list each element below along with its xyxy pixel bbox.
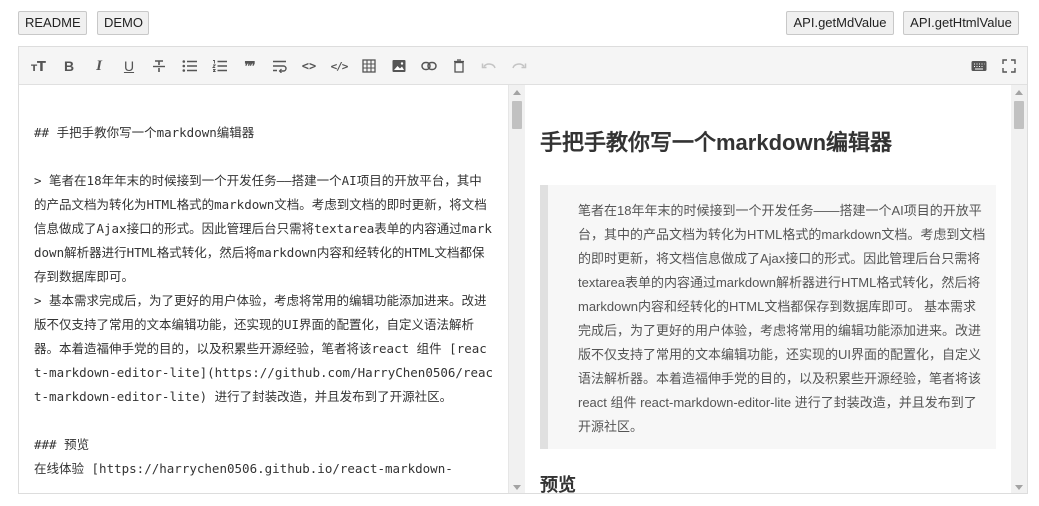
strikethrough-icon[interactable] <box>150 57 168 75</box>
quote-icon[interactable]: ❞❞ <box>240 57 258 75</box>
redo-icon[interactable] <box>510 57 528 75</box>
scrollbar-thumb[interactable] <box>512 101 522 129</box>
bold-icon[interactable]: B <box>60 57 78 75</box>
svg-text:T: T <box>37 60 46 73</box>
preview-subtitle: 预览 <box>540 475 576 494</box>
image-icon[interactable] <box>390 57 408 75</box>
keyboard-icon[interactable] <box>970 57 988 75</box>
scroll-up-arrow-icon[interactable] <box>1015 90 1023 95</box>
markdown-input-pane[interactable]: ## 手把手教你写一个markdown编辑器 > 笔者在18年年末的时候接到一个… <box>19 85 509 493</box>
scrollbar-thumb[interactable] <box>1014 101 1024 129</box>
table-icon[interactable] <box>360 57 378 75</box>
scroll-up-arrow-icon[interactable] <box>513 90 521 95</box>
wrap-icon[interactable] <box>270 57 288 75</box>
inline-code-icon[interactable]: <> <box>300 57 318 75</box>
italic-icon[interactable]: I <box>90 57 108 75</box>
markdown-editor: TT B I U ❞❞ <> </> ## 手把手教你写一个markdown编辑… <box>18 46 1028 494</box>
readme-button[interactable]: README <box>18 11 87 35</box>
ordered-list-icon[interactable] <box>210 57 228 75</box>
unordered-list-icon[interactable] <box>180 57 198 75</box>
preview-blockquote: 笔者在18年年末的时候接到一个开发任务——搭建一个AI项目的开放平台，其中的产品… <box>540 185 996 449</box>
preview-scrollbar[interactable] <box>1011 85 1027 493</box>
fullscreen-icon[interactable] <box>1000 57 1018 75</box>
scroll-down-arrow-icon[interactable] <box>513 485 521 490</box>
demo-button[interactable]: DEMO <box>97 11 149 35</box>
editor-toolbar: TT B I U ❞❞ <> </> <box>19 47 1027 85</box>
scroll-down-arrow-icon[interactable] <box>1015 485 1023 490</box>
html-preview-pane: 手把手教你写一个markdown编辑器 笔者在18年年末的时候接到一个开发任务—… <box>525 85 1011 494</box>
link-icon[interactable] <box>420 57 438 75</box>
undo-icon[interactable] <box>480 57 498 75</box>
header-icon[interactable]: TT <box>30 57 48 75</box>
get-html-value-button[interactable]: API.getHtmlValue <box>903 11 1019 35</box>
preview-title: 手把手教你写一个markdown编辑器 <box>540 130 893 155</box>
get-md-value-button[interactable]: API.getMdValue <box>786 11 894 35</box>
clear-icon[interactable] <box>450 57 468 75</box>
underline-icon[interactable]: U <box>120 57 138 75</box>
markdown-textarea[interactable]: ## 手把手教你写一个markdown编辑器 > 笔者在18年年末的时候接到一个… <box>34 121 494 481</box>
code-block-icon[interactable]: </> <box>330 57 349 75</box>
editor-scrollbar[interactable] <box>509 85 525 493</box>
top-bar: README DEMO API.getMdValue API.getHtmlVa… <box>0 0 1039 46</box>
